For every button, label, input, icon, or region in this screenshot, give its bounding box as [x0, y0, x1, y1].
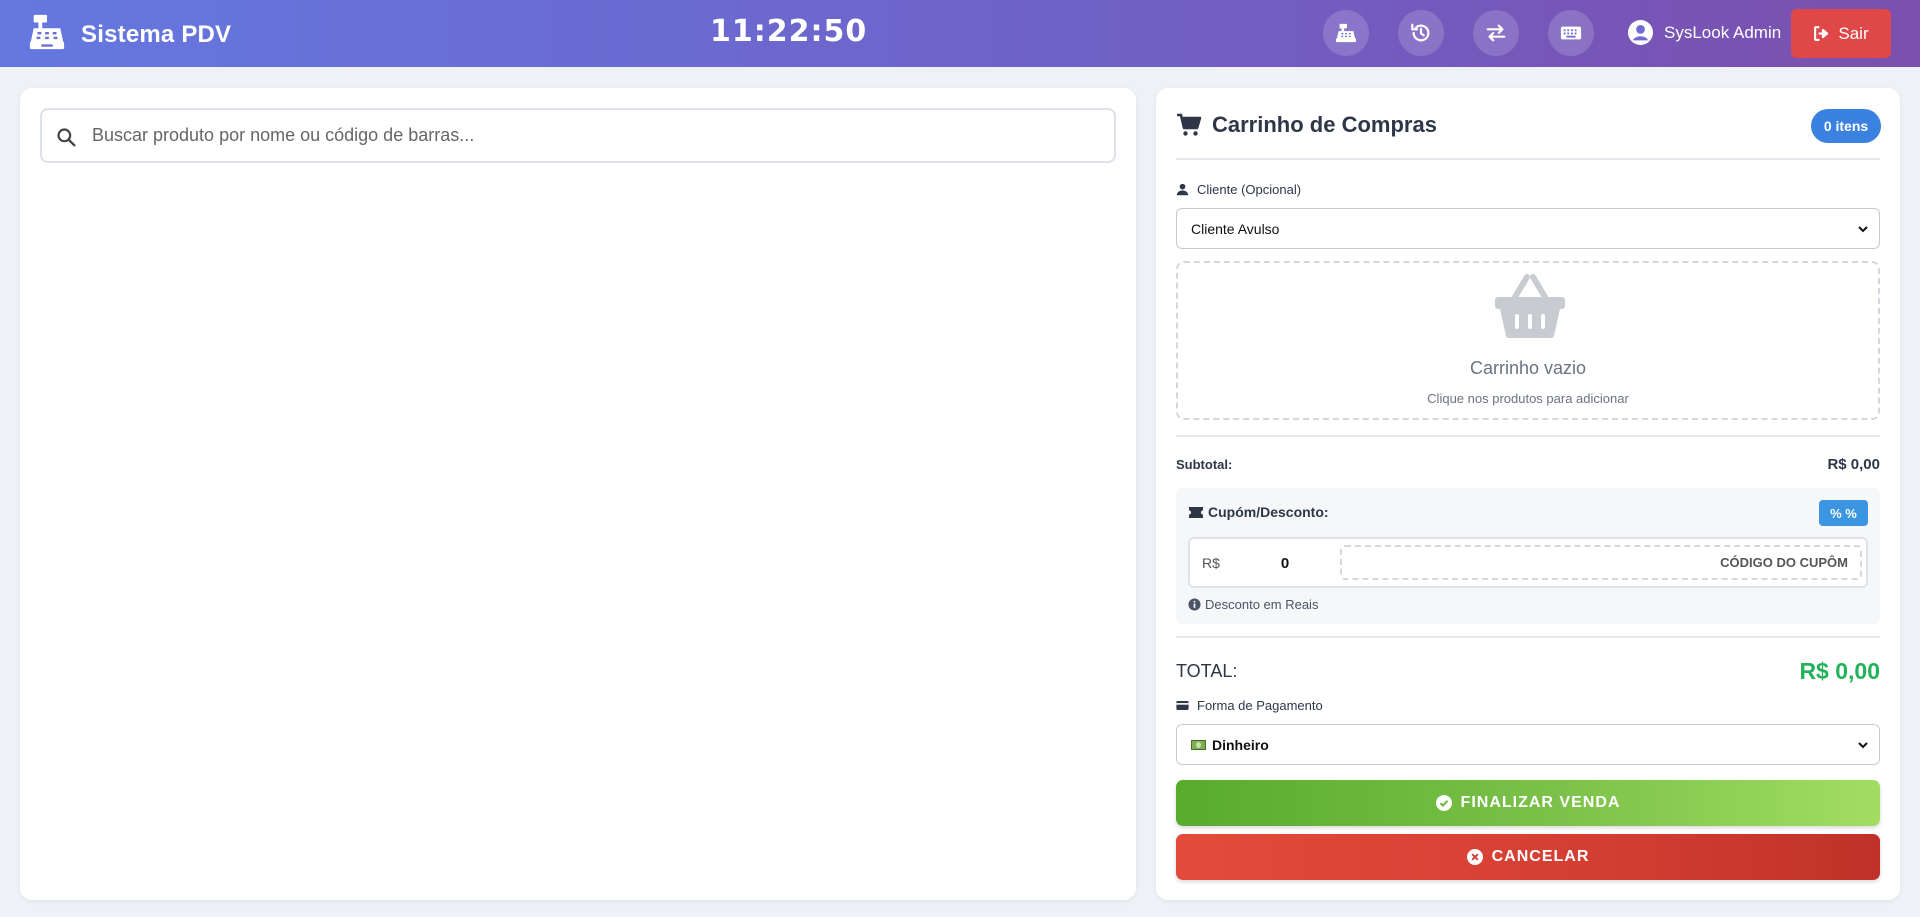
history-button[interactable] — [1398, 10, 1444, 56]
header-divider — [1176, 158, 1880, 160]
top-header: Sistema PDV 11:22:50 SysLook Admin Sair — [0, 0, 1920, 67]
finalize-sale-button[interactable]: FINALIZAR VENDA — [1176, 780, 1880, 826]
user-info[interactable]: SysLook Admin — [1628, 20, 1781, 45]
discount-label: Cupóm/Desconto: — [1188, 504, 1329, 520]
subtotal-row: Subtotal: R$ 0,00 — [1176, 456, 1880, 473]
user-circle-icon — [1628, 20, 1653, 45]
shopping-cart-icon — [1177, 113, 1202, 136]
credit-card-icon — [1176, 701, 1189, 710]
cart-title: Carrinho de Compras — [1212, 112, 1437, 137]
discount-section: Cupóm/Desconto: % % R$ Desconto em Reais — [1176, 488, 1880, 624]
cart-item-count-badge: 0 itens — [1811, 109, 1881, 143]
coupon-code-input[interactable] — [1340, 545, 1862, 580]
keyboard-shortcuts-button[interactable] — [1548, 10, 1594, 56]
sign-out-icon — [1814, 26, 1829, 41]
brand: Sistema PDV — [28, 13, 231, 56]
cash-register-logo-icon — [28, 13, 66, 56]
client-selected-value: Cliente Avulso — [1191, 220, 1280, 237]
clock: 11:22:50 — [710, 14, 868, 49]
discount-hint: Desconto em Reais — [1188, 597, 1318, 612]
logout-button[interactable]: Sair — [1791, 9, 1891, 58]
client-select[interactable]: Cliente Avulso — [1176, 208, 1880, 249]
total-divider — [1176, 636, 1880, 638]
search-icon — [57, 128, 76, 147]
user-icon — [1176, 183, 1189, 196]
info-icon — [1188, 598, 1201, 611]
app-title: Sistema PDV — [81, 20, 232, 48]
payment-label: Forma de Pagamento — [1176, 698, 1323, 713]
logout-label: Sair — [1838, 23, 1869, 43]
keyboard-icon — [1560, 26, 1582, 40]
discount-input-group: R$ — [1188, 537, 1868, 588]
exchange-icon — [1486, 24, 1506, 42]
payment-method-select[interactable]: Dinheiro — [1176, 724, 1880, 765]
discount-value-input[interactable] — [1240, 549, 1330, 577]
transfer-button[interactable] — [1473, 10, 1519, 56]
chevron-down-icon — [1858, 742, 1868, 749]
cancel-sale-button[interactable]: CANCELAR — [1176, 834, 1880, 880]
client-label: Cliente (Opcional) — [1176, 182, 1301, 197]
empty-cart-placeholder: Carrinho vazio Clique nos produtos para … — [1176, 261, 1880, 420]
cash-register-button[interactable] — [1323, 10, 1369, 56]
subtotal-label: Subtotal: — [1176, 457, 1233, 472]
cart-header: Carrinho de Compras — [1176, 112, 1437, 138]
chevron-down-icon — [1858, 226, 1868, 233]
shopping-basket-icon — [1495, 274, 1565, 339]
subtotal-value: R$ 0,00 — [1827, 456, 1880, 473]
payment-selected-value: Dinheiro — [1212, 736, 1269, 753]
cart-panel: Carrinho de Compras 0 itens Cliente (Opc… — [1156, 88, 1900, 900]
product-search-input[interactable] — [92, 125, 1092, 146]
close-circle-icon — [1466, 849, 1483, 865]
empty-cart-subtitle: Clique nos produtos para adicionar — [1427, 391, 1629, 406]
money-icon — [1191, 739, 1206, 750]
check-circle-icon — [1435, 795, 1452, 811]
product-search-box[interactable] — [40, 108, 1116, 163]
empty-cart-title: Carrinho vazio — [1469, 358, 1587, 378]
ticket-icon — [1189, 506, 1203, 518]
total-label: TOTAL: — [1176, 661, 1238, 681]
total-row: TOTAL: R$ 0,00 — [1176, 658, 1880, 685]
cash-register-icon — [1335, 23, 1357, 43]
discount-type-toggle-button[interactable]: % % — [1819, 500, 1868, 526]
currency-prefix: R$ — [1202, 555, 1220, 571]
items-divider — [1176, 435, 1880, 437]
total-value: R$ 0,00 — [1799, 658, 1880, 684]
products-panel — [20, 88, 1136, 900]
history-icon — [1411, 23, 1430, 42]
user-name: SysLook Admin — [1664, 22, 1782, 42]
